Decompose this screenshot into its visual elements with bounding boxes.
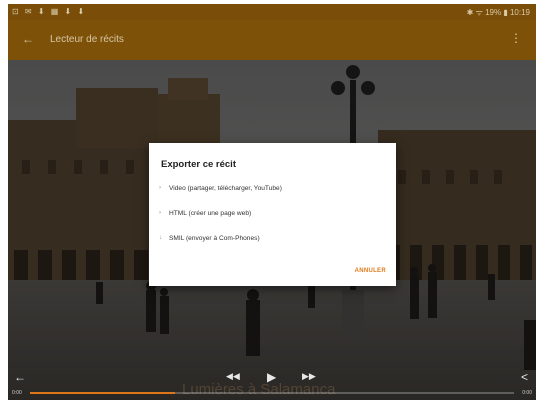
elapsed-time: 0:00 — [12, 390, 22, 396]
back-icon[interactable]: ← — [14, 370, 26, 384]
status-indicators: ✱ ᯤ 19% ▮ 10:19 — [466, 8, 530, 17]
notification-icons: ⊡ ✉ ⬇ ▦ ⬇ ⬇ — [12, 7, 87, 16]
story-caption: Lumières à Salamanca — [182, 381, 336, 398]
progress-fill — [30, 392, 176, 394]
overflow-menu-icon[interactable]: ⋮ — [510, 31, 522, 45]
back-arrow-icon[interactable]: ← — [22, 32, 34, 46]
device-screen: ⊡ ✉ ⬇ ▦ ⬇ ⬇ ✱ ᯤ 19% ▮ 10:19 ← Lecteur de… — [8, 4, 536, 400]
download-arrow-icon: ↓ — [159, 235, 162, 241]
status-bar: ⊡ ✉ ⬇ ▦ ⬇ ⬇ ✱ ᯤ 19% ▮ 10:19 — [8, 4, 536, 20]
option-label: Video (partager, télécharger, YouTube) — [169, 184, 282, 192]
progress-bar[interactable] — [30, 392, 514, 394]
option-label: HTML (créer une page web) — [169, 209, 252, 217]
total-time: 0:00 — [522, 390, 532, 396]
player-controls: ← ◀◀ ▶ ▶▶ < Lumières à Salamanca 0:00 0:… — [8, 356, 536, 400]
chevron-right-icon: › — [159, 210, 161, 216]
export-option-video[interactable]: › Video (partager, télécharger, YouTube) — [159, 180, 389, 196]
option-label: SMIL (envoyer à Com-Phones) — [169, 234, 260, 242]
dialog-title: Exporter ce récit — [161, 159, 236, 170]
app-bar: ← Lecteur de récits ⋮ — [8, 20, 536, 60]
export-option-html[interactable]: › HTML (créer une page web) — [159, 205, 389, 221]
chevron-right-icon: › — [159, 185, 161, 191]
export-option-smil[interactable]: ↓ SMIL (envoyer à Com-Phones) — [159, 230, 389, 246]
app-title: Lecteur de récits — [50, 34, 124, 45]
export-dialog: Exporter ce récit › Video (partager, tél… — [149, 143, 396, 286]
cancel-button[interactable]: ANNULER — [355, 268, 386, 274]
share-icon[interactable]: < — [521, 370, 528, 384]
